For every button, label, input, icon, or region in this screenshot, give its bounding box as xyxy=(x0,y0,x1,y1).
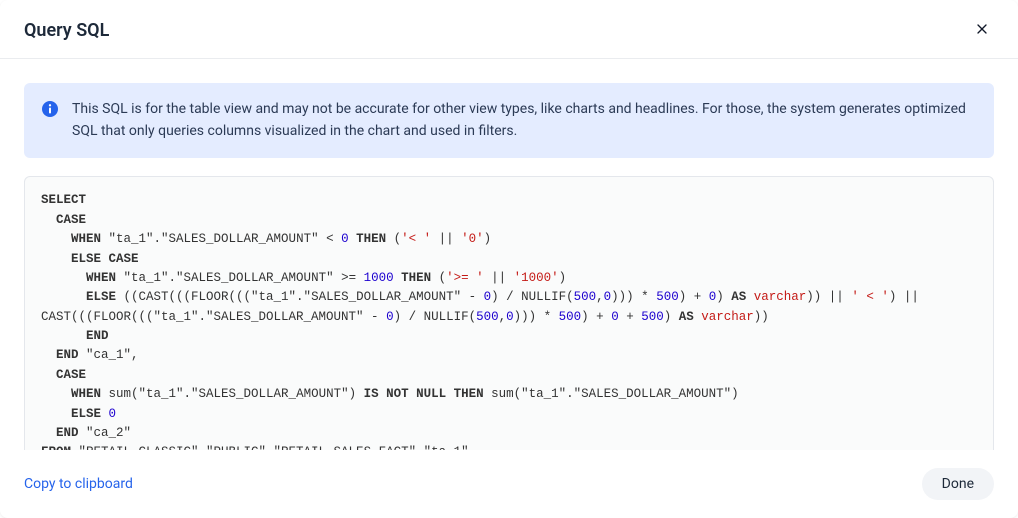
sql-keyword: WHEN xyxy=(71,232,101,246)
sql-keyword: END xyxy=(56,426,79,440)
sql-keyword: WHEN xyxy=(86,271,116,285)
info-icon xyxy=(42,101,58,117)
sql-text: ))) * xyxy=(611,290,656,304)
sql-string: '>= ' xyxy=(446,271,484,285)
sql-text: || xyxy=(431,232,461,246)
sql-text: "ca_1", xyxy=(79,348,139,362)
modal-footer: Copy to clipboard Done xyxy=(0,450,1018,518)
sql-text: ) xyxy=(484,232,492,246)
sql-text: ( xyxy=(439,271,447,285)
sql-type: varchar xyxy=(701,310,754,324)
sql-text: )) xyxy=(754,310,769,324)
sql-keyword: WHEN xyxy=(71,387,101,401)
sql-string: '< ' xyxy=(401,232,431,246)
query-sql-modal: Query SQL This SQL is for the table view… xyxy=(0,0,1018,518)
sql-text: ) / NULLIF( xyxy=(394,310,477,324)
sql-text: ((CAST(((FLOOR((("ta_1"."SALES_DOLLAR_AM… xyxy=(116,290,484,304)
sql-number: 500 xyxy=(559,310,582,324)
sql-keyword: END xyxy=(56,348,79,362)
sql-text: ) xyxy=(559,271,567,285)
sql-code-block: SELECT CASE WHEN "ta_1"."SALES_DOLLAR_AM… xyxy=(24,176,994,450)
sql-number: 0 xyxy=(386,310,394,324)
sql-text: ( xyxy=(394,232,402,246)
sql-number: 0 xyxy=(484,290,492,304)
sql-keyword: SELECT xyxy=(41,193,86,207)
sql-text: , xyxy=(596,290,604,304)
sql-text: "ta_1"."SALES_DOLLAR_AMOUNT" >= xyxy=(116,271,364,285)
modal-body: This SQL is for the table view and may n… xyxy=(0,59,1018,450)
sql-text: "ca_2" xyxy=(79,426,132,440)
sql-number: 500 xyxy=(641,310,664,324)
sql-string: '1000' xyxy=(514,271,559,285)
sql-keyword: ELSE xyxy=(86,290,116,304)
sql-number: 0 xyxy=(109,407,117,421)
sql-number: 500 xyxy=(476,310,499,324)
sql-text: || xyxy=(484,271,514,285)
sql-text: sum("ta_1"."SALES_DOLLAR_AMOUNT") xyxy=(101,387,364,401)
sql-number: 500 xyxy=(656,290,679,304)
sql-keyword: ELSE xyxy=(71,252,101,266)
sql-string: ' < ' xyxy=(851,290,889,304)
sql-number: 1000 xyxy=(364,271,394,285)
sql-keyword: THEN xyxy=(349,232,394,246)
sql-text: ) + xyxy=(581,310,611,324)
sql-number: 0 xyxy=(506,310,514,324)
sql-keyword: AS xyxy=(731,290,746,304)
sql-keyword: THEN xyxy=(446,387,491,401)
sql-text: ) / NULLIF( xyxy=(491,290,574,304)
sql-keyword: CASE xyxy=(101,252,139,266)
done-button[interactable]: Done xyxy=(922,468,994,500)
sql-type: varchar xyxy=(754,290,807,304)
close-icon xyxy=(974,21,990,40)
sql-keyword: THEN xyxy=(394,271,439,285)
sql-text: "ta_1"."SALES_DOLLAR_AMOUNT" < xyxy=(101,232,341,246)
info-banner: This SQL is for the table view and may n… xyxy=(24,83,994,158)
sql-string: '0' xyxy=(461,232,484,246)
sql-text: ) xyxy=(716,290,731,304)
sql-keyword: CASE xyxy=(56,213,86,227)
modal-title: Query SQL xyxy=(24,20,109,41)
modal-header: Query SQL xyxy=(0,0,1018,59)
sql-text: ))) * xyxy=(514,310,559,324)
sql-text xyxy=(101,407,109,421)
sql-number: 0 xyxy=(611,310,619,324)
sql-text: + xyxy=(619,310,642,324)
sql-number: 500 xyxy=(574,290,597,304)
sql-text xyxy=(746,290,754,304)
sql-keyword: AS xyxy=(679,310,694,324)
sql-text: , xyxy=(499,310,507,324)
sql-keyword: IS NOT NULL xyxy=(364,387,447,401)
copy-to-clipboard-button[interactable]: Copy to clipboard xyxy=(24,476,133,492)
sql-keyword: END xyxy=(86,329,109,343)
sql-text: )) || xyxy=(806,290,851,304)
sql-keyword: CASE xyxy=(56,368,86,382)
sql-text: sum("ta_1"."SALES_DOLLAR_AMOUNT") xyxy=(491,387,739,401)
info-banner-text: This SQL is for the table view and may n… xyxy=(72,99,976,142)
sql-text: ) + xyxy=(679,290,709,304)
sql-number: 0 xyxy=(341,232,349,246)
sql-text: ) xyxy=(664,310,679,324)
close-button[interactable] xyxy=(970,18,994,42)
sql-keyword: ELSE xyxy=(71,407,101,421)
